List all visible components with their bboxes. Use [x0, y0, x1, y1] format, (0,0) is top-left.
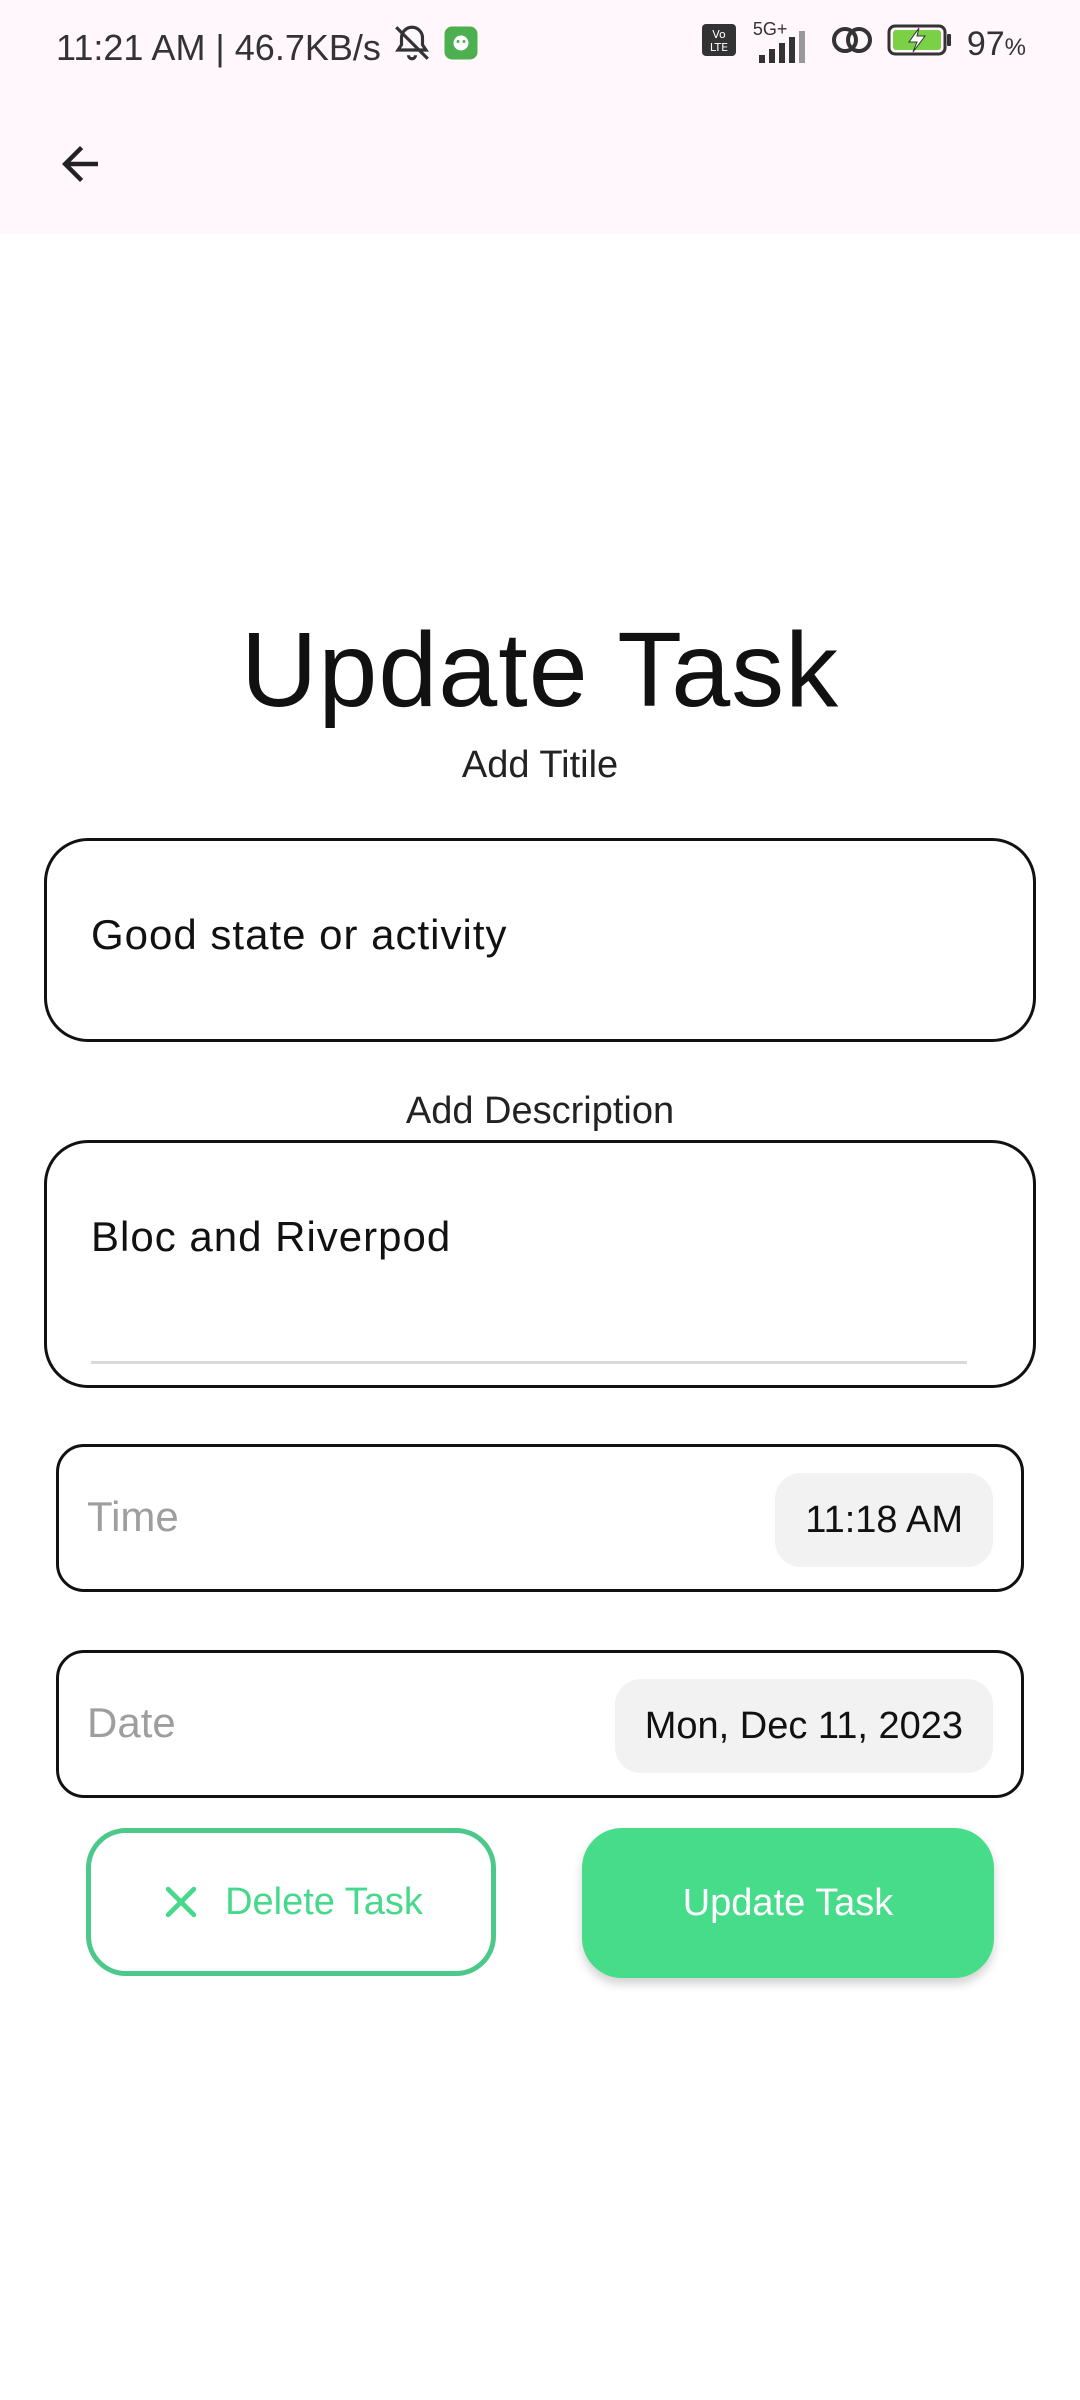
arrow-left-icon — [62, 146, 98, 182]
date-value-button[interactable]: Mon, Dec 11, 2023 — [614, 1679, 993, 1773]
title-input-value[interactable]: Good state or activity — [91, 911, 508, 959]
back-button[interactable] — [40, 124, 120, 204]
title-field[interactable]: Good state or activity — [44, 838, 1036, 1042]
svg-text:LTE: LTE — [710, 41, 728, 54]
status-left: 11:21 AM | 46.7KB/s — [56, 22, 479, 73]
update-task-label: Update Task — [682, 1881, 894, 1924]
description-field[interactable]: Bloc and Riverpod — [44, 1140, 1036, 1388]
battery-charging-icon — [887, 22, 953, 67]
link-icon — [831, 23, 873, 66]
title-label: Add Titile — [461, 744, 619, 786]
app-bar — [0, 100, 1080, 234]
description-underline — [91, 1361, 967, 1364]
page-title: Update Task — [240, 611, 840, 729]
status-time: 11:21 AM | 46.7KB/s — [56, 26, 381, 68]
status-right: Vo LTE 5G+ 97% — [701, 19, 1026, 67]
delete-task-label: Delete Task — [225, 1880, 423, 1923]
description-label: Add Description — [405, 1090, 675, 1132]
delete-task-button[interactable]: Delete Task — [86, 1828, 496, 1976]
date-picker-field[interactable]: Date Mon, Dec 11, 2023 — [56, 1650, 1024, 1798]
battery-level: 97% — [966, 25, 1026, 63]
close-icon — [165, 1886, 197, 1918]
update-task-button[interactable]: Update Task — [582, 1828, 994, 1978]
muted-bell-icon — [391, 22, 433, 73]
time-placeholder: Time — [87, 1493, 179, 1540]
volte-icon: Vo LTE — [701, 23, 737, 66]
time-value-button[interactable]: 11:18 AM — [775, 1473, 993, 1567]
svg-text:Vo: Vo — [712, 28, 726, 41]
app-notification-icon — [443, 25, 479, 70]
status-bar: 11:21 AM | 46.7KB/s Vo LTE 5G+ 97% — [0, 0, 1080, 100]
signal-5g-icon: 5G+ — [751, 19, 817, 65]
description-input-value[interactable]: Bloc and Riverpod — [91, 1213, 451, 1261]
time-picker-field[interactable]: Time 11:18 AM — [56, 1444, 1024, 1592]
date-placeholder: Date — [87, 1699, 176, 1746]
